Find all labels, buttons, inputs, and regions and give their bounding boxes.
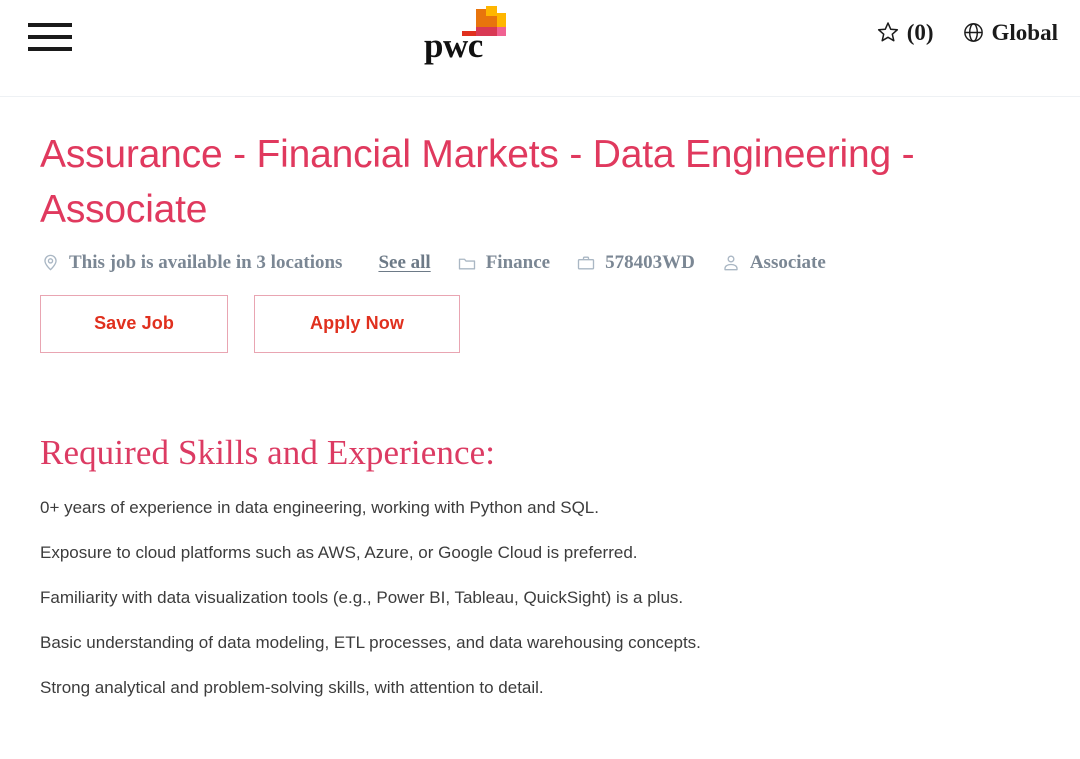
- required-skills-list: 0+ years of experience in data engineeri…: [40, 474, 1040, 700]
- job-meta-locations-label: This job is available in 3 locations: [69, 251, 343, 273]
- apply-now-button[interactable]: Apply Now: [254, 294, 460, 353]
- site-header: pwc (0) Global: [0, 0, 1080, 97]
- star-outline-icon: [876, 20, 900, 44]
- globe-icon: [962, 21, 985, 44]
- header-right-group: (0) Global: [876, 20, 1058, 44]
- job-meta-level-label: Associate: [749, 251, 826, 273]
- pwc-logo[interactable]: pwc: [424, 4, 520, 70]
- section-heading-required-skills: Required Skills and Experience:: [40, 432, 496, 472]
- job-meta-level: Associate: [721, 252, 826, 274]
- saved-jobs-button[interactable]: (0): [876, 20, 934, 44]
- folder-icon: [457, 253, 477, 273]
- hamburger-bar: [28, 35, 72, 39]
- location-pin-icon: [40, 253, 60, 273]
- job-meta-category-label: Finance: [485, 251, 551, 273]
- list-item: Basic understanding of data modeling, ET…: [40, 632, 701, 652]
- region-selector[interactable]: Global: [962, 21, 1058, 44]
- briefcase-icon: [576, 253, 596, 273]
- job-meta-category: Finance: [457, 252, 550, 274]
- hamburger-bar: [28, 47, 72, 51]
- list-item: Strong analytical and problem-solving sk…: [40, 677, 544, 697]
- see-all-locations-link[interactable]: See all: [378, 252, 430, 274]
- region-label: Global: [991, 19, 1058, 45]
- list-item: 0+ years of experience in data engineeri…: [40, 497, 599, 517]
- hamburger-menu-icon[interactable]: [28, 20, 72, 54]
- pwc-wordmark: pwc: [424, 26, 483, 65]
- job-meta-id: 578403WD: [576, 252, 695, 274]
- hamburger-bar: [28, 23, 72, 27]
- job-action-buttons: Save Job Apply Now: [40, 294, 1040, 353]
- saved-jobs-count: (0): [906, 19, 934, 45]
- list-item: Exposure to cloud platforms such as AWS,…: [40, 542, 638, 562]
- job-detail-page: Assurance - Financial Markets - Data Eng…: [0, 97, 1080, 699]
- page-title: Assurance - Financial Markets - Data Eng…: [40, 133, 915, 232]
- save-job-button[interactable]: Save Job: [40, 294, 228, 353]
- job-meta-row: This job is available in 3 locations See…: [40, 252, 1040, 274]
- person-icon: [721, 253, 741, 273]
- job-meta-locations: This job is available in 3 locations: [40, 252, 342, 274]
- list-item: Familiarity with data visualization tool…: [40, 587, 684, 607]
- job-meta-id-label: 578403WD: [605, 251, 695, 273]
